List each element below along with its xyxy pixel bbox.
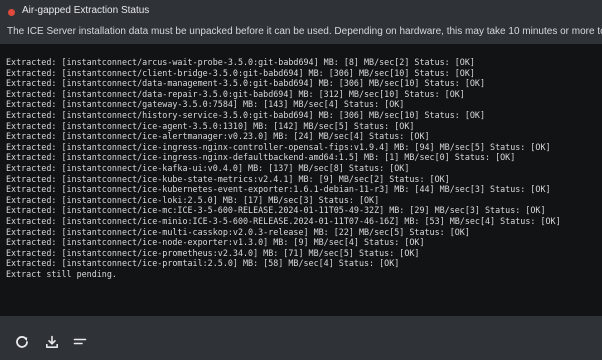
log-line: Extracted: [instantconnect/data-repair-3… (6, 88, 465, 99)
log-line: Extracted: [instantconnect/ice-alertmana… (6, 131, 430, 142)
log-line: Extracted: [instantconnect/ice-mc:ICE-3-… (6, 205, 546, 216)
log-line: Extracted: [instantconnect/ice-ingress-n… (6, 141, 551, 152)
status-indicator-icon (8, 9, 15, 16)
log-line: Extracted: [instantconnect/ice-agent-3.5… (6, 120, 415, 131)
dialog-title: Air-gapped Extraction Status (22, 5, 150, 16)
log-line: Extracted: [instantconnect/ice-prometheu… (6, 247, 420, 258)
log-line: Extracted: [instantconnect/ice-kube-stat… (6, 173, 450, 184)
refresh-button[interactable] (12, 332, 32, 352)
dialog-header: Air-gapped Extraction Status The ICE Ser… (0, 0, 602, 44)
log-line: Extracted: [instantconnect/ice-loki:2.5.… (6, 194, 380, 205)
log-line: Extracted: [instantconnect/ice-multi-cas… (6, 226, 470, 237)
log-line: Extracted: [instantconnect/arcus-wait-pr… (6, 57, 475, 67)
log-line: Extracted: [instantconnect/ice-kafka-ui:… (6, 162, 410, 173)
download-icon (46, 335, 58, 348)
log-output: Extracted: [instantconnect/arcus-wait-pr… (6, 57, 602, 279)
log-line: Extract still pending. (6, 268, 117, 279)
log-line: Extracted: [instantconnect/ice-promtail:… (6, 258, 400, 269)
console-toolbar (0, 316, 602, 360)
log-line: Extracted: [instantconnect/ice-ingress-n… (6, 152, 516, 163)
log-line: Extracted: [instantconnect/gateway-3.5.0… (6, 99, 405, 110)
log-line: Extracted: [instantconnect/data-manageme… (6, 78, 486, 89)
dialog-description: The ICE Server installation data must be… (7, 26, 602, 37)
log-line: Extracted: [instantconnect/history-servi… (6, 109, 486, 120)
log-line: Extracted: [instantconnect/ice-kubernete… (6, 184, 551, 195)
log-line: Extracted: [instantconnect/ice-node-expo… (6, 237, 425, 248)
download-button[interactable] (42, 332, 62, 352)
log-line: Extracted: [instantconnect/ice-minio:ICE… (6, 215, 561, 226)
log-line: Extracted: [instantconnect/client-bridge… (6, 67, 475, 78)
refresh-icon (16, 336, 28, 348)
wrap-lines-button[interactable] (70, 332, 90, 352)
log-console[interactable]: Extracted: [instantconnect/arcus-wait-pr… (0, 44, 602, 316)
wrap-lines-icon (73, 338, 87, 345)
